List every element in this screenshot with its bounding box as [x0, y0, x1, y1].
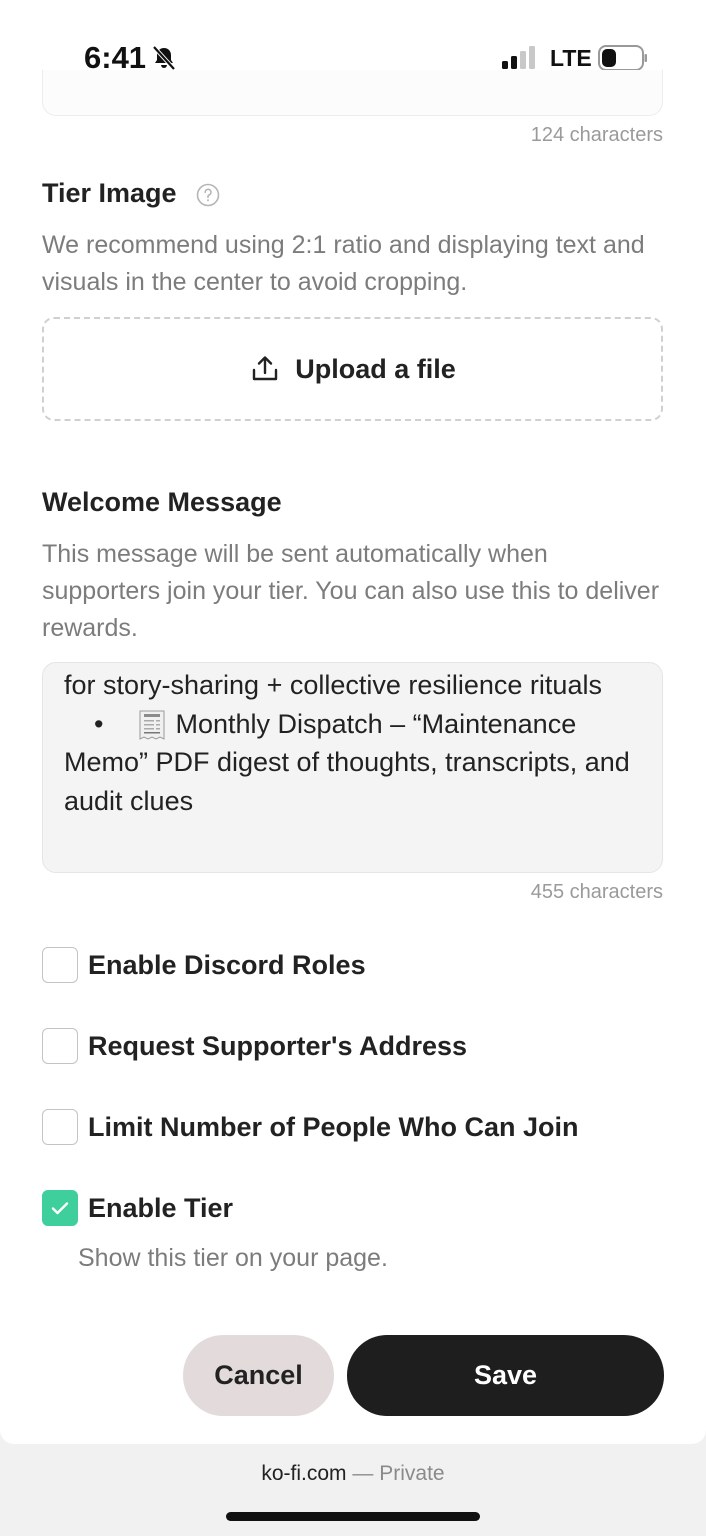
save-button[interactable]: Save — [347, 1335, 664, 1416]
url-domain: ko-fi.com — [261, 1462, 347, 1485]
option-enable-discord-roles[interactable]: Enable Discord Roles — [42, 947, 366, 983]
welcome-message-char-count: 455 characters — [530, 881, 663, 903]
bell-slash-icon — [152, 45, 176, 71]
enable-tier-description: Show this tier on your page. — [78, 1244, 388, 1272]
checkbox[interactable] — [42, 947, 78, 983]
option-limit-number-of-people[interactable]: Limit Number of People Who Can Join — [42, 1109, 579, 1145]
upload-icon — [253, 356, 278, 381]
edit-tier-sheet: 6:41 LTE 124 characters Tier Image We re… — [0, 0, 706, 1444]
option-label: Enable Tier — [88, 1192, 234, 1223]
url-separator: — — [352, 1462, 374, 1485]
previous-text-field[interactable] — [42, 70, 663, 116]
checkbox[interactable] — [42, 1028, 78, 1064]
previous-field-char-count: 124 characters — [530, 124, 663, 146]
bullet-glyph: • — [94, 708, 104, 739]
welcome-message-textarea[interactable]: for story-sharing + collective resilienc… — [42, 662, 663, 873]
browser-url-bar[interactable]: ko-fi.com — Private — [0, 1462, 706, 1486]
network-type: LTE — [550, 45, 592, 71]
cancel-button[interactable]: Cancel — [183, 1335, 334, 1416]
home-indicator[interactable] — [226, 1512, 480, 1521]
option-request-supporter-address[interactable]: Request Supporter's Address — [42, 1028, 467, 1064]
upload-file-label: Upload a file — [295, 353, 456, 384]
question-circle-icon[interactable] — [196, 183, 220, 207]
checkbox-checked[interactable] — [42, 1190, 78, 1226]
option-label: Request Supporter's Address — [88, 1030, 468, 1061]
checkmark-icon — [51, 1202, 69, 1215]
private-mode-label: Private — [379, 1462, 445, 1485]
tier-image-description: We recommend using 2:1 ratio and display… — [42, 231, 645, 296]
welcome-message-line: for story-sharing + collective resilienc… — [64, 670, 602, 700]
option-label: Enable Discord Roles — [88, 949, 366, 980]
battery-icon — [598, 45, 647, 71]
checkbox[interactable] — [42, 1109, 78, 1145]
welcome-message-title: Welcome Message — [42, 487, 282, 517]
option-enable-tier[interactable]: Enable Tier — [42, 1190, 233, 1226]
upload-file-button[interactable]: Upload a file — [42, 317, 663, 421]
cellular-signal-icon — [502, 46, 535, 69]
option-label: Limit Number of People Who Can Join — [88, 1111, 579, 1142]
tier-image-title: Tier Image — [42, 178, 177, 208]
receipt-icon — [139, 710, 165, 741]
welcome-message-description: This message will be sent automatically … — [42, 540, 660, 642]
